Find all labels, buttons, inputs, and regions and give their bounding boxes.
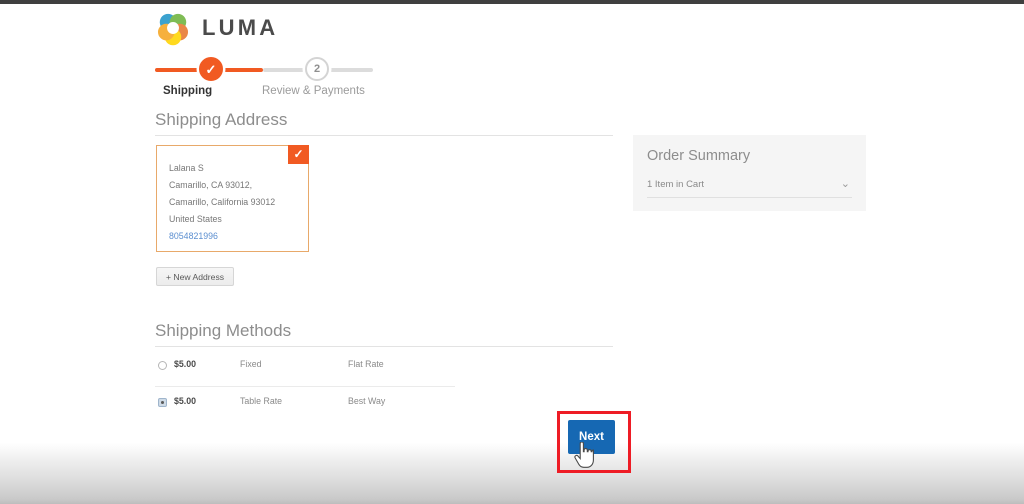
shipping-method-name: Best Way bbox=[348, 396, 386, 406]
shipping-methods-divider bbox=[155, 346, 613, 347]
progress-step-shipping[interactable]: ✓ bbox=[199, 57, 223, 81]
step-number: 2 bbox=[313, 63, 321, 75]
order-summary-toggle[interactable]: 1 Item in Cart ⌄ bbox=[647, 177, 852, 198]
address-name: Lalana S bbox=[169, 163, 204, 173]
progress-step-review-payments-label: Review & Payments bbox=[262, 85, 365, 97]
progress-step-shipping-label: Shipping bbox=[163, 85, 213, 97]
chevron-down-icon: ⌄ bbox=[840, 178, 850, 190]
site-logo[interactable]: LUMA bbox=[155, 10, 278, 46]
shipping-method-carrier: Fixed bbox=[240, 359, 262, 369]
address-details: Lalana S Camarillo, CA 93012, Camarillo,… bbox=[169, 160, 275, 245]
address-country: United States bbox=[169, 214, 222, 224]
new-address-button[interactable]: + New Address bbox=[156, 267, 235, 286]
shipping-method-price: $5.00 bbox=[174, 359, 197, 369]
top-band-shadow bbox=[0, 4, 1024, 7]
shipping-methods-title: Shipping Methods bbox=[155, 321, 292, 340]
shipping-method-radio-flat-rate[interactable] bbox=[158, 361, 167, 370]
shipping-method-carrier: Table Rate bbox=[240, 396, 283, 406]
shipping-methods-table: $5.00 Fixed Flat Rate $5.00 Table Rate B… bbox=[155, 350, 455, 423]
page-footer-area bbox=[0, 443, 1024, 504]
table-row[interactable]: $5.00 Table Rate Best Way bbox=[155, 386, 455, 423]
progress-step-review-payments[interactable]: 2 bbox=[305, 57, 329, 81]
address-selected-check-icon: ✓ bbox=[288, 145, 309, 164]
address-line-2: Camarillo, California 93012 bbox=[169, 197, 276, 207]
checkout-page: LUMA ✓ 2 Shipping Review & Payments Ship… bbox=[0, 0, 1024, 504]
check-icon: ✓ bbox=[205, 61, 217, 77]
cart-item-count: 1 Item in Cart bbox=[647, 179, 705, 190]
shipping-method-price: $5.00 bbox=[174, 396, 197, 406]
shipping-method-radio-best-way[interactable] bbox=[158, 398, 167, 407]
address-phone-link[interactable]: 8054821996 bbox=[169, 228, 275, 245]
luma-rings-logo-icon bbox=[157, 13, 189, 46]
checkout-progress-bar: ✓ 2 Shipping Review & Payments bbox=[155, 57, 373, 99]
shipping-address-divider bbox=[155, 135, 613, 136]
order-summary-panel: Order Summary 1 Item in Cart ⌄ bbox=[633, 135, 866, 211]
next-button[interactable]: Next bbox=[568, 420, 615, 454]
shipping-method-name: Flat Rate bbox=[348, 359, 384, 369]
logo-wordmark: LUMA bbox=[202, 15, 279, 40]
shipping-address-title: Shipping Address bbox=[155, 110, 288, 129]
address-line-1: Camarillo, CA 93012, bbox=[169, 180, 253, 190]
order-summary-title: Order Summary bbox=[647, 148, 751, 164]
shipping-address-card[interactable]: ✓ Lalana S Camarillo, CA 93012, Camarill… bbox=[156, 145, 309, 252]
table-row[interactable]: $5.00 Fixed Flat Rate bbox=[155, 350, 455, 386]
